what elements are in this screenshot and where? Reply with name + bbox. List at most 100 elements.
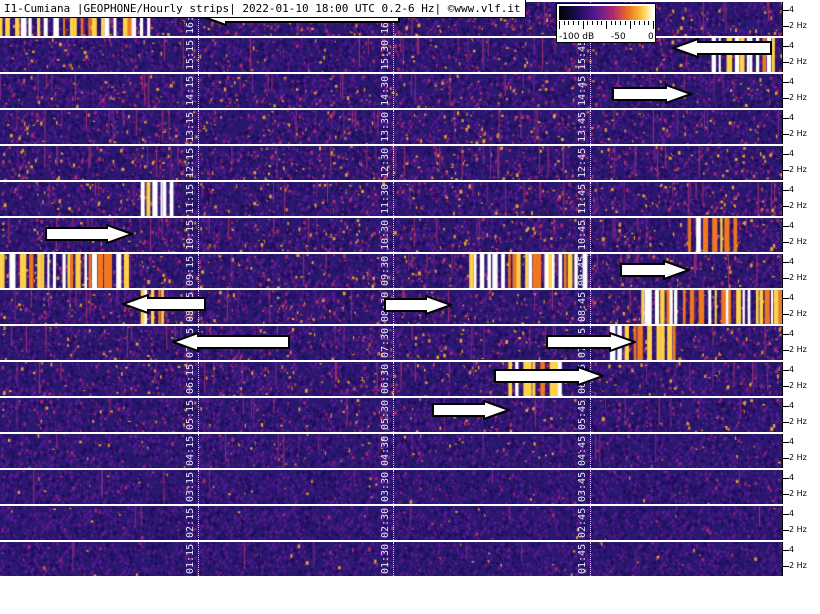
legend-tick — [648, 21, 650, 25]
time-label: 01:30 — [380, 543, 391, 574]
hourly-strip: 02:15 02:30 02:45 — [0, 506, 782, 540]
axis-label: 2 Hz — [789, 129, 807, 138]
time-marker — [393, 362, 394, 396]
time-marker — [198, 218, 199, 252]
time-label: 10:45 — [577, 219, 588, 250]
time-label: 14:15 — [185, 75, 196, 106]
axis-label: 2 Hz — [789, 57, 807, 66]
time-label: 03:15 — [185, 471, 196, 502]
time-label: 10:15 — [185, 219, 196, 250]
frequency-axis: 4 2 Hz — [782, 38, 820, 72]
time-label: 15:30 — [380, 39, 391, 70]
frequency-axis: 4 2 Hz — [782, 362, 820, 396]
axis-label: 2 Hz — [789, 165, 807, 174]
time-label: 11:45 — [577, 183, 588, 214]
time-label: 06:15 — [185, 363, 196, 394]
time-label: 13:15 — [185, 111, 196, 142]
arrow-right-icon — [546, 332, 636, 352]
axis-label: 4 — [789, 149, 795, 158]
legend-tick — [624, 21, 626, 25]
time-marker — [590, 110, 591, 144]
axis-label: 4 — [789, 5, 795, 14]
frequency-axis: 4 2 Hz — [782, 542, 820, 576]
time-label: 02:30 — [380, 507, 391, 538]
time-marker — [198, 542, 199, 576]
color-scale-legend: -100 dB -50 0 — [556, 3, 656, 43]
frequency-axis: 4 2 Hz — [782, 254, 820, 288]
time-marker — [198, 434, 199, 468]
time-marker — [198, 506, 199, 540]
time-marker — [590, 254, 591, 288]
time-marker — [393, 74, 394, 108]
axis-label: 4 — [789, 437, 795, 446]
time-marker — [393, 434, 394, 468]
axis-label: 4 — [789, 113, 795, 122]
time-marker — [590, 470, 591, 504]
time-label: 04:15 — [185, 435, 196, 466]
time-marker — [198, 470, 199, 504]
time-marker — [590, 74, 591, 108]
hourly-strip: 15:15 15:30 15:45 — [0, 38, 782, 72]
time-marker — [393, 326, 394, 360]
time-label: 14:30 — [380, 75, 391, 106]
frequency-axis: 4 2 Hz — [782, 326, 820, 360]
axis-label: 4 — [789, 221, 795, 230]
time-marker — [393, 398, 394, 432]
time-label: 06:30 — [380, 363, 391, 394]
axis-label: 4 — [789, 293, 795, 302]
legend-tick — [638, 21, 640, 25]
time-marker — [198, 38, 199, 72]
time-label: 15:45 — [577, 39, 588, 70]
axis-label: 2 Hz — [789, 417, 807, 426]
legend-tick — [620, 21, 622, 25]
frequency-axis: 4 2 Hz — [782, 74, 820, 108]
legend-tick — [587, 21, 589, 25]
time-marker — [198, 74, 199, 108]
legend-min-label: -100 dB — [559, 32, 595, 42]
axis-label: 4 — [789, 77, 795, 86]
time-marker — [590, 38, 591, 72]
time-marker — [590, 182, 591, 216]
time-marker — [590, 398, 591, 432]
time-label: 09:30 — [380, 255, 391, 286]
time-label: 03:45 — [577, 471, 588, 502]
time-label: 11:30 — [380, 183, 391, 214]
legend-tick — [596, 21, 598, 25]
arrow-left-icon — [172, 332, 290, 352]
time-marker — [198, 254, 199, 288]
hourly-strip: 07:1507:3007:45 — [0, 326, 782, 360]
frequency-axis: 4 2 Hz — [782, 434, 820, 468]
frequency-axis: 4 2 Hz — [782, 182, 820, 216]
legend-tick — [629, 21, 631, 29]
time-label: 13:45 — [577, 111, 588, 142]
time-label: 01:15 — [185, 543, 196, 574]
legend-mid-label: -50 — [611, 32, 626, 42]
frequency-axis: 4 2 Hz — [782, 290, 820, 324]
time-label: 14:45 — [577, 75, 588, 106]
spectrogram-frame: 16:1516:3016:4542 Hz15:1515:3015:4542 Hz… — [0, 0, 820, 614]
axis-label: 2 Hz — [789, 237, 807, 246]
axis-label: 4 — [789, 185, 795, 194]
hourly-strip: 03:15 03:30 03:45 — [0, 470, 782, 504]
arrow-right-icon — [432, 400, 510, 420]
legend-tick — [606, 21, 607, 29]
legend-tick — [563, 21, 565, 25]
time-marker — [393, 506, 394, 540]
frequency-axis: 4 2 Hz — [782, 218, 820, 252]
arrow-left-icon — [672, 38, 772, 58]
time-label: 12:45 — [577, 147, 588, 178]
axis-label: 2 Hz — [789, 489, 807, 498]
axis-label: 4 — [789, 545, 795, 554]
time-marker — [590, 542, 591, 576]
axis-label: 2 Hz — [789, 93, 807, 102]
time-label: 04:45 — [577, 435, 588, 466]
arrow-right-icon — [45, 224, 133, 244]
axis-label: 2 Hz — [789, 453, 807, 462]
time-marker — [590, 290, 591, 324]
arrow-right-icon — [620, 260, 690, 280]
axis-label: 4 — [789, 257, 795, 266]
arrow-right-icon — [384, 295, 452, 315]
axis-label: 2 Hz — [789, 381, 807, 390]
legend-tick — [601, 21, 603, 25]
legend-tick — [573, 21, 575, 25]
